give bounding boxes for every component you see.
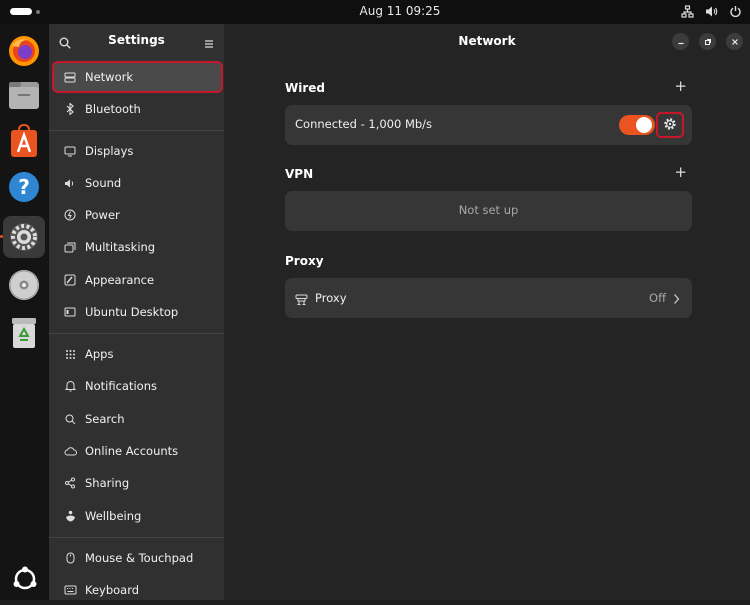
proxy-heading: Proxy (285, 254, 324, 268)
desktop-icon (63, 305, 77, 319)
chevron-right-icon (673, 290, 680, 309)
sidebar-item-wellbeing[interactable]: Wellbeing (53, 501, 222, 531)
sidebar-item-label: Network (85, 70, 134, 84)
wired-settings-button[interactable] (656, 112, 684, 138)
sidebar-item-search[interactable]: Search (53, 404, 222, 434)
add-wired-button[interactable]: + (674, 77, 687, 95)
bluetooth-icon (63, 102, 77, 116)
sidebar-item-sharing[interactable]: Sharing (53, 468, 222, 498)
multitasking-icon (63, 240, 77, 254)
sidebar-item-power[interactable]: Power (53, 200, 222, 230)
volume-icon[interactable] (704, 4, 718, 18)
sidebar-item-displays[interactable]: Displays (53, 136, 222, 166)
svg-text:?: ? (18, 175, 30, 199)
proxy-status: Off (649, 291, 666, 305)
wellbeing-icon (63, 509, 77, 523)
network-status-icon[interactable] (680, 4, 694, 18)
maximize-button[interactable] (699, 33, 716, 50)
vpn-heading: VPN (285, 167, 314, 181)
wired-heading: Wired (285, 81, 325, 95)
sidebar-item-label: Sharing (85, 476, 130, 490)
sidebar-item-notifications[interactable]: Notifications (53, 371, 222, 401)
sidebar-item-label: Notifications (85, 379, 157, 393)
sidebar-item-label: Displays (85, 144, 134, 158)
sidebar-item-keyboard[interactable]: Keyboard (53, 575, 222, 605)
add-vpn-button[interactable]: + (674, 163, 687, 181)
toggle-knob (636, 117, 652, 133)
vpn-empty-text: Not set up (458, 203, 519, 217)
settings-sidebar: Settings Network Bluetooth Displays Soun… (49, 24, 224, 600)
sidebar-item-label: Mouse & Touchpad (85, 551, 194, 565)
wired-toggle[interactable] (619, 115, 655, 135)
apps-grid-icon (63, 347, 77, 361)
sidebar-item-label: Appearance (85, 273, 155, 287)
trash-icon[interactable] (3, 312, 45, 354)
sidebar-header: Settings (49, 24, 224, 58)
mouse-icon (63, 551, 77, 565)
appearance-icon (63, 273, 77, 287)
sidebar-item-label: Ubuntu Desktop (85, 305, 179, 319)
running-indicator (0, 235, 3, 238)
wired-status: Connected - 1,000 Mb/s (295, 117, 433, 131)
sidebar-item-bluetooth[interactable]: Bluetooth (53, 94, 222, 124)
sidebar-item-label: Bluetooth (85, 102, 141, 116)
sidebar-item-label: Online Accounts (85, 444, 179, 458)
sidebar-item-appearance[interactable]: Appearance (53, 265, 222, 295)
sidebar-item-label: Apps (85, 347, 114, 361)
system-tray[interactable] (680, 4, 742, 18)
app-center-icon[interactable] (3, 120, 45, 162)
close-button[interactable] (726, 33, 743, 50)
sidebar-divider (49, 333, 224, 334)
dock: ? (0, 24, 49, 600)
wired-connection-row: Connected - 1,000 Mb/s (285, 105, 692, 145)
bell-icon (63, 379, 77, 393)
firefox-icon[interactable] (3, 30, 45, 72)
speaker-icon (63, 176, 77, 190)
share-icon (63, 476, 77, 490)
clock[interactable]: Aug 11 09:25 (0, 4, 750, 18)
sidebar-item-label: Power (85, 208, 120, 222)
sidebar-title: Settings (108, 33, 165, 47)
proxy-row[interactable]: Proxy Off (285, 278, 692, 318)
sidebar-item-label: Search (85, 412, 125, 426)
sidebar-item-sound[interactable]: Sound (53, 168, 222, 198)
proxy-label: Proxy (315, 291, 347, 305)
proxy-icon (295, 291, 308, 310)
sidebar-item-ubuntu-desktop[interactable]: Ubuntu Desktop (53, 297, 222, 327)
display-icon (63, 144, 77, 158)
keyboard-icon (63, 583, 77, 597)
sidebar-item-apps[interactable]: Apps (53, 339, 222, 369)
power-menu-icon[interactable] (728, 4, 742, 18)
network-icon (63, 70, 77, 84)
sidebar-item-label: Wellbeing (85, 509, 142, 523)
files-icon[interactable] (3, 74, 45, 116)
top-bar: Aug 11 09:25 (0, 0, 750, 24)
gear-icon (663, 116, 677, 135)
settings-icon[interactable] (3, 216, 45, 258)
sidebar-item-network[interactable]: Network (52, 61, 223, 93)
vpn-row: Not set up (285, 191, 692, 231)
sidebar-divider (49, 130, 224, 131)
sidebar-item-mouse-touchpad[interactable]: Mouse & Touchpad (53, 543, 222, 573)
sidebar-divider (49, 537, 224, 538)
cloud-icon (63, 444, 77, 458)
power-icon (63, 208, 77, 222)
help-icon[interactable]: ? (3, 166, 45, 208)
minimize-button[interactable] (672, 33, 689, 50)
sidebar-item-label: Sound (85, 176, 122, 190)
sidebar-item-label: Multitasking (85, 240, 156, 254)
search-icon (63, 412, 77, 426)
network-panel: Network Wired + Connected - 1,000 Mb/s V… (224, 24, 750, 600)
disc-icon[interactable] (3, 264, 45, 306)
sidebar-item-multitasking[interactable]: Multitasking (53, 232, 222, 262)
ubuntu-logo-icon[interactable] (12, 566, 38, 592)
sidebar-item-online-accounts[interactable]: Online Accounts (53, 436, 222, 466)
hamburger-menu-icon[interactable] (204, 34, 214, 53)
sidebar-item-label: Keyboard (85, 583, 140, 597)
